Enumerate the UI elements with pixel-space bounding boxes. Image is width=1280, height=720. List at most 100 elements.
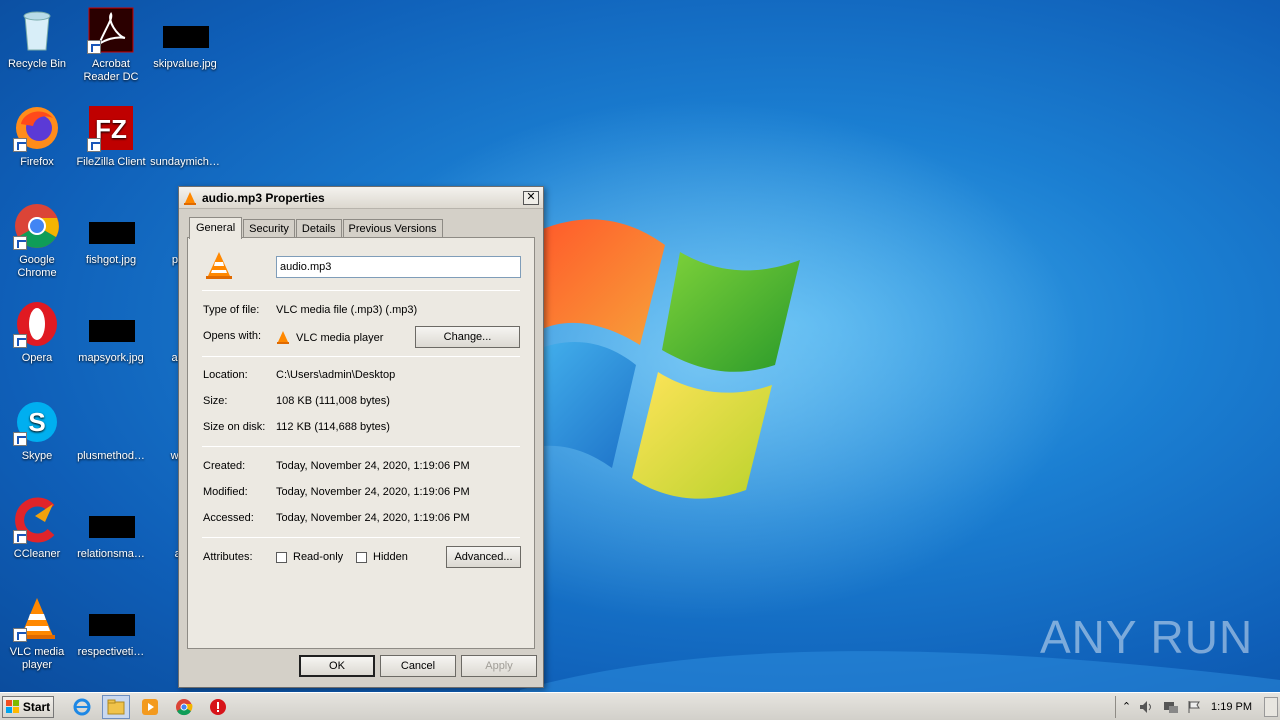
taskbar-stop-button[interactable] — [204, 695, 232, 719]
start-button[interactable]: Start — [2, 695, 54, 718]
vlc-icon — [277, 331, 289, 344]
size-disk-label: Size on disk: — [203, 421, 266, 433]
desktop-icon-label: fishgot.jpg — [85, 254, 137, 266]
apply-button[interactable]: Apply — [461, 655, 537, 677]
shortcut-arrow-icon — [87, 40, 101, 54]
desktop-icon-acrobat[interactable]: Acrobat Reader DC — [74, 6, 148, 84]
taskbar-ie-button[interactable] — [68, 695, 96, 719]
readonly-checkbox[interactable] — [276, 552, 287, 563]
volume-icon[interactable] — [1139, 700, 1155, 714]
opens-value: VLC media player — [296, 332, 384, 344]
desktop-icon-skype[interactable]: S Skype — [0, 398, 74, 463]
image-file-icon — [161, 6, 209, 54]
desktop-icon-label: VLC media player — [9, 646, 65, 671]
close-button[interactable]: ✕ — [523, 190, 539, 205]
desktop-icon-label: Google Chrome — [17, 254, 57, 279]
desktop-icon-label: plusmethod… — [77, 450, 145, 462]
tab-bar: General Security Details Previous Versio… — [189, 217, 444, 241]
svg-text:S: S — [28, 407, 45, 437]
desktop-icon-filezilla[interactable]: FZ FileZilla Client — [74, 104, 148, 169]
shortcut-arrow-icon — [13, 530, 27, 544]
desktop-icon-firefox[interactable]: Firefox — [0, 104, 74, 169]
hidden-label[interactable]: Hidden — [373, 551, 408, 563]
desktop-icon-recycle-bin[interactable]: Recycle Bin — [0, 6, 74, 71]
readonly-label[interactable]: Read-only — [293, 551, 343, 563]
desktop-icon-vlc[interactable]: VLC media player — [0, 594, 74, 672]
created-value: Today, November 24, 2020, 1:19:06 PM — [276, 460, 470, 472]
explorer-icon — [107, 699, 125, 714]
separator — [202, 537, 520, 538]
windows-logo-icon — [5, 699, 19, 713]
size-disk-value: 112 KB (114,688 bytes) — [276, 421, 390, 433]
hidden-checkbox[interactable] — [356, 552, 367, 563]
show-hidden-icons-icon[interactable]: ⌃ — [1122, 700, 1131, 713]
chrome-icon — [13, 202, 61, 250]
filezilla-icon: FZ — [87, 104, 135, 152]
desktop-icon-fishgot[interactable]: fishgot.jpg — [74, 202, 148, 267]
taskbar-chrome-button[interactable] — [170, 695, 198, 719]
location-value: C:\Users\admin\Desktop — [276, 369, 396, 381]
taskbar-explorer-button[interactable] — [102, 694, 130, 719]
tab-general[interactable]: General — [189, 217, 243, 239]
desktop-icon-relationsma[interactable]: relationsma… — [74, 496, 148, 561]
advanced-button[interactable]: Advanced... — [446, 546, 521, 568]
modified-label: Modified: — [203, 486, 248, 498]
desktop-icon-label: mapsyork.jpg — [78, 352, 144, 364]
tray-separator — [1114, 695, 1116, 718]
action-center-flag-icon[interactable] — [1187, 700, 1201, 714]
created-label: Created: — [203, 460, 246, 472]
desktop-icon-label: Skype — [21, 450, 53, 462]
desktop-icon-label: Recycle Bin — [7, 58, 67, 70]
filename-input[interactable] — [276, 256, 521, 278]
shortcut-arrow-icon — [87, 138, 101, 152]
image-file-icon — [87, 594, 135, 642]
desktop-icon-plusmethod[interactable]: plusmethod… — [74, 398, 148, 463]
network-icon[interactable] — [1163, 700, 1179, 714]
size-label: Size: — [203, 395, 228, 407]
skype-icon: S — [13, 398, 61, 446]
shortcut-arrow-icon — [13, 432, 27, 446]
desktop-icon-label: skipvalue.jpg — [153, 58, 217, 70]
image-file-icon — [87, 300, 135, 348]
separator — [202, 356, 520, 357]
shortcut-arrow-icon — [13, 138, 27, 152]
desktop-icon-sundaymich[interactable]: sundaymich… — [148, 104, 222, 169]
desktop-icon-chrome[interactable]: Google Chrome — [0, 202, 74, 280]
taskbar-media-player-button[interactable] — [136, 695, 164, 719]
firefox-icon — [13, 104, 61, 152]
change-button[interactable]: Change... — [415, 326, 520, 348]
desktop-icon-label: relationsma… — [77, 548, 145, 560]
taskbar: Start ⌃ 1:19 PM — [0, 692, 1280, 720]
desktop-icon-opera[interactable]: Opera — [0, 300, 74, 365]
vlc-icon — [184, 191, 196, 205]
image-file-icon — [87, 202, 135, 250]
dialog-titlebar[interactable]: audio.mp3 Properties ✕ — [179, 187, 543, 209]
type-label: Type of file: — [203, 304, 260, 316]
desktop-icon-label: CCleaner — [13, 548, 61, 560]
ok-button[interactable]: OK — [299, 655, 375, 677]
recycle-bin-icon — [13, 6, 61, 54]
modified-value: Today, November 24, 2020, 1:19:06 PM — [276, 486, 470, 498]
image-file-icon — [87, 496, 135, 544]
accessed-label: Accessed: — [203, 512, 254, 524]
stop-icon — [210, 698, 226, 715]
system-tray: ⌃ 1:19 PM — [1109, 693, 1280, 720]
desktop-icon-ccleaner[interactable]: CCleaner — [0, 496, 74, 561]
desktop-icon-mapsyork[interactable]: mapsyork.jpg — [74, 300, 148, 365]
cancel-button[interactable]: Cancel — [380, 655, 456, 677]
desktop-icon-label: FileZilla Client — [76, 156, 146, 168]
shortcut-arrow-icon — [13, 236, 27, 250]
desktop-icon-label: Opera — [21, 352, 53, 364]
opens-label: Opens with: — [203, 330, 262, 342]
watermark: ANY RUN — [1040, 611, 1254, 663]
accessed-value: Today, November 24, 2020, 1:19:06 PM — [276, 512, 470, 524]
chrome-icon — [176, 698, 193, 715]
desktop-icon-skipvalue[interactable]: skipvalue.jpg — [148, 6, 222, 71]
desktop-icon-label: respectiveti… — [77, 646, 145, 658]
desktop-icon-label: Acrobat Reader DC — [83, 58, 139, 83]
desktop-icon-respectiveti[interactable]: respectiveti… — [74, 594, 148, 659]
clock[interactable]: 1:19 PM — [1211, 701, 1252, 713]
start-label: Start — [22, 699, 51, 714]
size-value: 108 KB (111,008 bytes) — [276, 395, 390, 407]
show-desktop-button[interactable] — [1264, 697, 1278, 717]
